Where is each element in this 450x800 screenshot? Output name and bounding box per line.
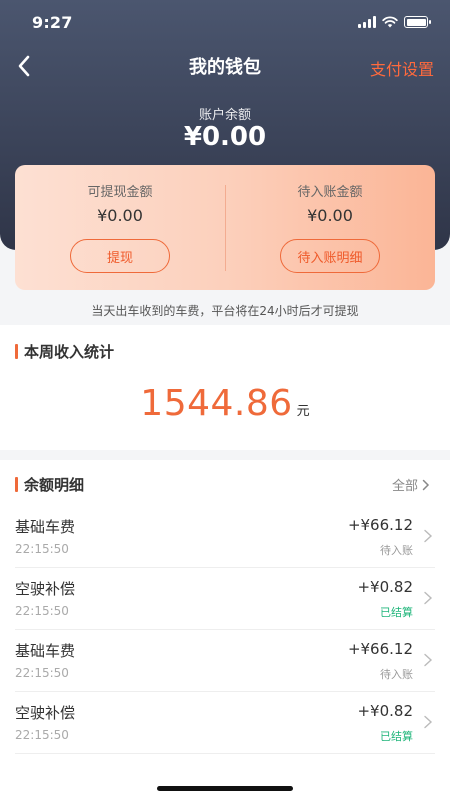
page-title: 我的钱包 [189, 57, 261, 78]
item-time: 22:15:50 [15, 604, 69, 618]
item-amount: +¥0.82 [357, 702, 413, 720]
weekly-income-value: 1544.86 元 [0, 383, 450, 424]
item-name: 空驶补偿 [15, 580, 76, 598]
back-icon[interactable] [10, 52, 38, 80]
withdrawable-label: 可提现金额 [87, 185, 153, 200]
item-name: 基础车费 [15, 642, 76, 660]
chevron-right-icon [422, 479, 430, 490]
weekly-income-amount: 1544.86 [140, 383, 293, 424]
list-item[interactable]: 空驶补偿 22:15:50 +¥0.82 已结算 [15, 568, 435, 630]
item-name: 基础车费 [15, 518, 76, 536]
item-status: 待入账 [380, 544, 413, 557]
balance-label: 账户余额 [198, 108, 251, 123]
list-item[interactable]: 基础车费 22:15:50 +¥66.12 待入账 [15, 630, 435, 692]
item-time: 22:15:50 [15, 542, 69, 556]
funds-card: 可提现金额 ¥0.00 提现 待入账金额 ¥0.00 待入账明细 [15, 165, 435, 290]
item-status: 已结算 [380, 730, 413, 743]
home-indicator[interactable] [157, 786, 293, 791]
pending-column: 待入账金额 ¥0.00 待入账明细 [225, 165, 435, 290]
section-accent-bar [15, 344, 18, 359]
payment-settings-link[interactable]: 支付设置 [370, 56, 434, 80]
status-icons [358, 16, 431, 28]
item-name: 空驶补偿 [15, 704, 76, 722]
weekly-income-unit: 元 [296, 404, 310, 419]
battery-icon [404, 16, 431, 28]
pending-details-button[interactable]: 待入账明细 [280, 239, 380, 273]
wifi-icon [382, 16, 398, 28]
pending-amount: ¥0.00 [307, 206, 353, 225]
withdraw-notice: 当天出车收到的车费，平台将在24小时后才可提现 [91, 304, 359, 318]
balance-detail-list: 基础车费 22:15:50 +¥66.12 待入账 空驶补偿 22:15:50 … [15, 506, 435, 754]
section-accent-bar [15, 477, 18, 492]
chevron-right-icon [424, 653, 433, 667]
item-status: 已结算 [380, 606, 413, 619]
item-time: 22:15:50 [15, 728, 69, 742]
balance-detail-title: 余额明细 [15, 474, 84, 495]
card-divider [225, 185, 226, 271]
weekly-income-title: 本周收入统计 [15, 341, 114, 362]
withdrawable-column: 可提现金额 ¥0.00 提现 [15, 165, 225, 290]
view-all-label: 全部 [391, 479, 418, 494]
list-item[interactable]: 基础车费 22:15:50 +¥66.12 待入账 [15, 506, 435, 568]
chevron-right-icon [424, 529, 433, 543]
balance-detail-title-text: 余额明细 [24, 476, 85, 494]
status-time: 9:27 [32, 12, 73, 32]
balance-value: ¥0.00 [183, 122, 267, 152]
chevron-right-icon [424, 591, 433, 605]
view-all-link[interactable]: 全部 [392, 475, 430, 494]
chevron-right-icon [424, 715, 433, 729]
nav-bar: 我的钱包 支付设置 [0, 44, 450, 88]
item-amount: +¥0.82 [357, 578, 413, 596]
pending-label: 待入账金额 [297, 185, 363, 200]
status-bar: 9:27 [0, 0, 450, 44]
list-item[interactable]: 空驶补偿 22:15:50 +¥0.82 已结算 [15, 692, 435, 754]
weekly-income-title-text: 本周收入统计 [24, 343, 115, 361]
withdrawable-amount: ¥0.00 [97, 206, 143, 225]
item-time: 22:15:50 [15, 666, 69, 680]
item-amount: +¥66.12 [347, 640, 413, 658]
weekly-income-section: 本周收入统计 1544.86 元 [0, 325, 450, 450]
balance-detail-section: 余额明细 全部 基础车费 22:15:50 +¥66.12 待入账 空驶补偿 2… [0, 460, 450, 800]
withdraw-button[interactable]: 提现 [70, 239, 170, 273]
signal-icon [358, 16, 376, 28]
item-amount: +¥66.12 [347, 516, 413, 534]
item-status: 待入账 [380, 668, 413, 681]
